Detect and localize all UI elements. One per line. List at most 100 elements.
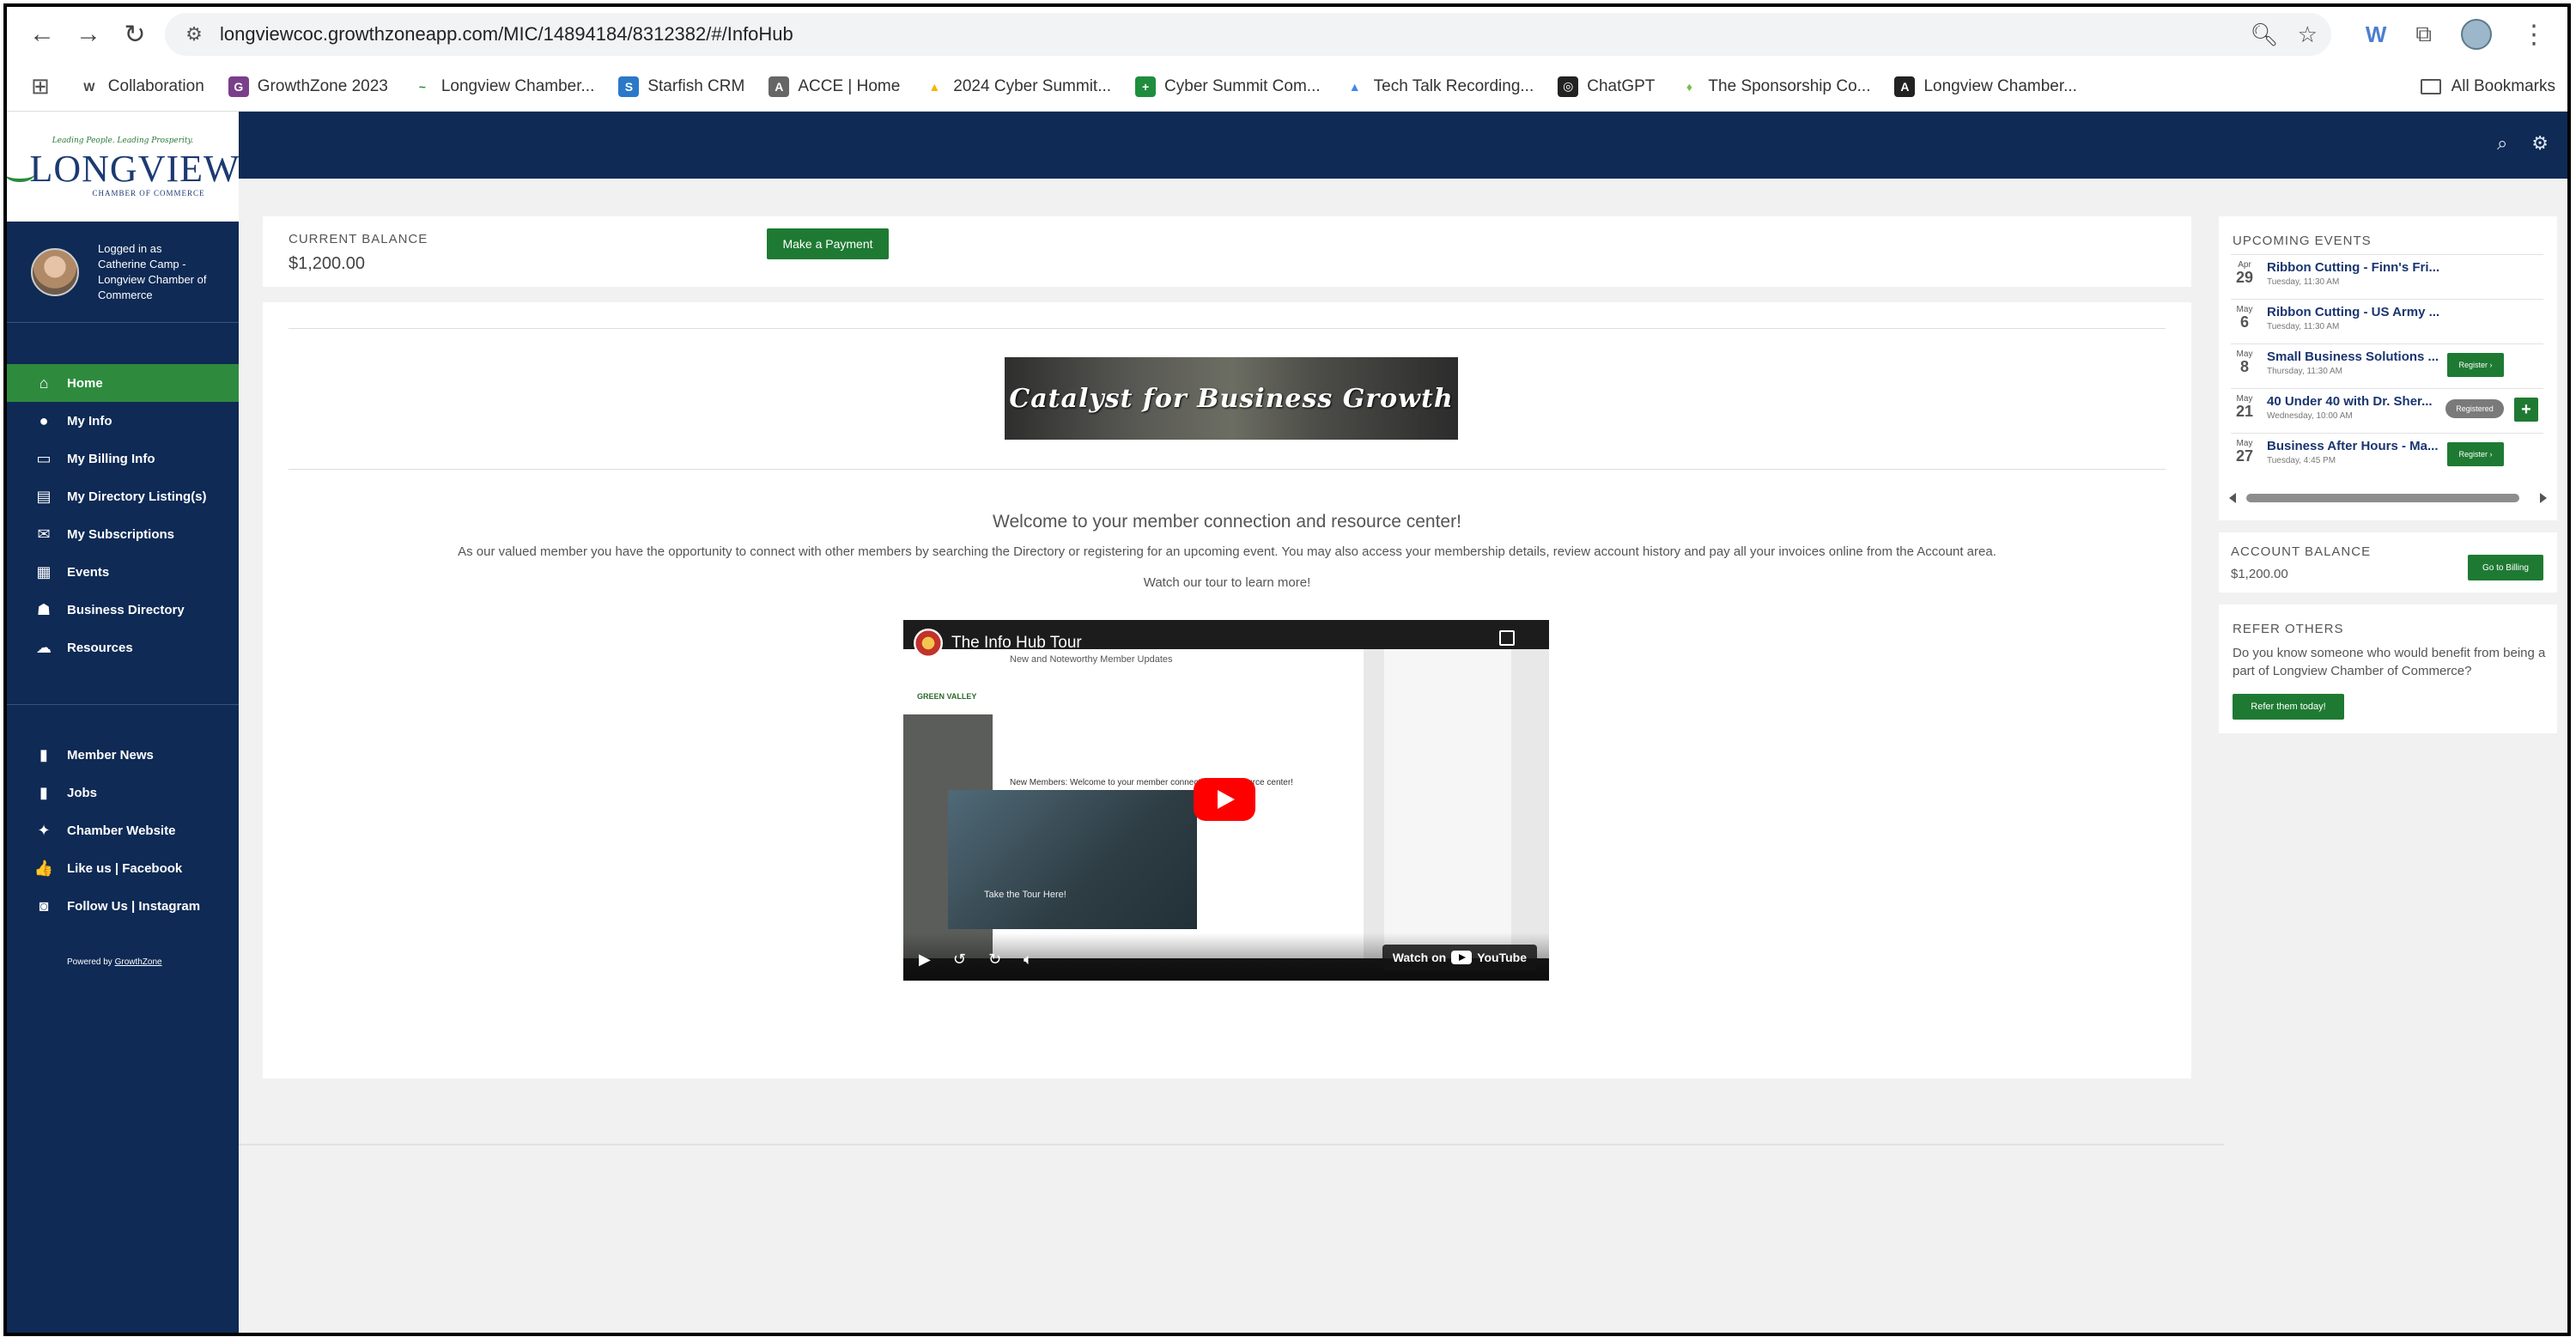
bookmark-item[interactable]: A ACCE | Home: [769, 76, 900, 97]
nav-item-chamber-website[interactable]: ✦ Chamber Website: [7, 811, 239, 849]
bookmark-item[interactable]: S Starfish CRM: [618, 76, 744, 97]
nav-item-home[interactable]: ⌂ Home: [7, 364, 249, 402]
nav-item-events[interactable]: ▦ Events: [7, 553, 239, 591]
info-hub-card: Catalyst for Business Growth Welcome to …: [263, 302, 2191, 1079]
play-button-icon[interactable]: [1194, 778, 1255, 821]
nav-item-member-news[interactable]: ▮ Member News: [7, 736, 239, 774]
event-name-link[interactable]: Ribbon Cutting - US Army ...: [2267, 305, 2439, 319]
zoom-icon[interactable]: 🔍︎: [2251, 21, 2279, 48]
extension-w-icon[interactable]: W: [2366, 21, 2387, 48]
profile-avatar[interactable]: [2461, 19, 2492, 50]
bookmark-item[interactable]: G GrowthZone 2023: [228, 76, 388, 97]
event-row[interactable]: May 21 40 Under 40 with Dr. Sher... Wednesd…: [2231, 388, 2543, 431]
nav-label: Business Directory: [67, 602, 185, 617]
video-inner-right: [1384, 649, 1511, 958]
scroll-left-icon[interactable]: [2229, 493, 2236, 503]
forward-icon[interactable]: →: [65, 11, 112, 58]
bookmark-item[interactable]: W Collaboration: [78, 76, 204, 97]
event-row[interactable]: May 8 Small Business Solutions ... Thursday…: [2231, 343, 2543, 386]
bookmark-favicon-icon: ♦: [1679, 76, 1700, 97]
bookmark-favicon-icon: W: [78, 76, 100, 97]
event-row[interactable]: Apr 29 Ribbon Cutting - Finn's Fri... Tuesd…: [2231, 254, 2543, 297]
apps-grid-icon[interactable]: ⊞: [31, 73, 50, 100]
reload-icon[interactable]: ↻: [112, 11, 158, 58]
resources-icon: ☁: [36, 638, 52, 656]
nav-label: My Info: [67, 413, 112, 428]
bookmark-favicon-icon: G: [228, 76, 249, 97]
event-name-link[interactable]: 40 Under 40 with Dr. Sher...: [2267, 394, 2433, 409]
bookmark-favicon-icon: ~: [411, 76, 433, 97]
menu-kebab-icon[interactable]: ⋮: [2521, 20, 2547, 50]
event-name-link[interactable]: Ribbon Cutting - Finn's Fri...: [2267, 260, 2439, 275]
add-calendar-button[interactable]: +: [2514, 398, 2538, 422]
volume-icon[interactable]: 🔈︎: [1024, 951, 1033, 969]
watch-on-label: Watch on: [1392, 951, 1447, 964]
bookmark-item[interactable]: + Cyber Summit Com...: [1135, 76, 1321, 97]
growthzone-link[interactable]: GrowthZone: [115, 957, 162, 967]
gear-icon[interactable]: ⚙: [2531, 132, 2549, 155]
tour-video[interactable]: GREEN VALLEY New and Noteworthy Member U…: [903, 620, 1549, 981]
event-time: Wednesday, 10:00 AM: [2267, 411, 2353, 421]
bookmark-item[interactable]: ♦ The Sponsorship Co...: [1679, 76, 1870, 97]
my-billing-info-icon: ▭: [36, 449, 52, 467]
nav-item-jobs[interactable]: ▮ Jobs: [7, 774, 239, 811]
scroll-thumb[interactable]: [2246, 494, 2519, 502]
bookmark-label: The Sponsorship Co...: [1708, 76, 1871, 95]
nav-item-my-info[interactable]: ● My Info: [7, 402, 239, 440]
video-inner-hero: [948, 790, 1197, 929]
bookmark-favicon-icon: A: [769, 76, 790, 97]
nav-item-like-us-facebook[interactable]: 👍 Like us | Facebook: [7, 849, 239, 887]
bookmark-item[interactable]: ◎ ChatGPT: [1558, 76, 1655, 97]
bookmark-item[interactable]: A Longview Chamber...: [1894, 76, 2077, 97]
go-to-billing-button[interactable]: Go to Billing: [2468, 555, 2543, 580]
bookmark-label: Collaboration: [107, 76, 204, 95]
nav-item-my-subscriptions[interactable]: ✉ My Subscriptions: [7, 515, 239, 553]
event-name-link[interactable]: Business After Hours - Ma...: [2267, 439, 2438, 453]
event-date: Apr 29: [2233, 260, 2257, 285]
event-row[interactable]: May 6 Ribbon Cutting - US Army ... Tuesday,…: [2231, 299, 2543, 342]
event-row[interactable]: May 27 Business After Hours - Ma... Tuesday…: [2231, 433, 2543, 476]
event-name-link[interactable]: Small Business Solutions ...: [2267, 349, 2439, 364]
nav-item-resources[interactable]: ☁ Resources: [7, 629, 239, 666]
like-us-facebook-icon: 👍: [33, 859, 54, 877]
register-button[interactable]: Register ›: [2447, 442, 2504, 466]
top-bar: ⌕ ⚙: [239, 112, 2567, 179]
search-icon[interactable]: ⌕: [2497, 132, 2507, 155]
extensions-icon[interactable]: ⧉: [2415, 21, 2432, 48]
chamber-logo[interactable]: Leading People. Leading Prosperity. LONG…: [7, 112, 240, 222]
current-balance-value: $1,200.00: [289, 254, 365, 273]
events-scrollbar[interactable]: [2229, 491, 2547, 505]
account-balance-value: $1,200.00: [2231, 567, 2288, 581]
address-bar[interactable]: ⚙ longviewcoc.growthzoneapp.com/MIC/1489…: [165, 13, 2331, 56]
rewind-icon[interactable]: ↺: [953, 951, 966, 969]
url-text[interactable]: longviewcoc.growthzoneapp.com/MIC/148941…: [220, 23, 793, 46]
current-balance-card: CURRENT BALANCE $1,200.00 Make a Payment: [263, 216, 2191, 287]
scroll-right-icon[interactable]: [2540, 493, 2547, 503]
make-payment-button[interactable]: Make a Payment: [767, 228, 889, 259]
registered-badge: Registered: [2445, 399, 2504, 418]
nav-item-business-directory[interactable]: ☗ Business Directory: [7, 591, 239, 629]
watch-on-youtube[interactable]: Watch on YouTube: [1382, 945, 1537, 970]
all-bookmarks[interactable]: All Bookmarks: [2420, 62, 2555, 112]
refer-them-button[interactable]: Refer them today!: [2233, 694, 2344, 720]
event-time: Thursday, 11:30 AM: [2267, 367, 2343, 376]
bookmark-item[interactable]: ▲ 2024 Cyber Summit...: [924, 76, 1111, 97]
bookmark-item[interactable]: ~ Longview Chamber...: [411, 76, 594, 97]
screenshot-frame: ← → ↻ ⚙ longviewcoc.growthzoneapp.com/MI…: [3, 3, 2571, 1336]
nav-item-my-directory-listings[interactable]: ▤ My Directory Listing(s): [7, 477, 239, 515]
play-icon[interactable]: ▶: [919, 951, 931, 969]
forward-icon[interactable]: ↻: [988, 951, 1001, 969]
logo-tagline: Leading People. Leading Prosperity.: [52, 136, 194, 145]
home-icon: ⌂: [39, 374, 49, 392]
copy-link-icon[interactable]: [1499, 630, 1515, 646]
bookmark-label: Cyber Summit Com...: [1164, 76, 1321, 95]
bookmark-item[interactable]: ▲ Tech Talk Recording...: [1344, 76, 1534, 97]
catalyst-banner: Catalyst for Business Growth: [1005, 357, 1458, 440]
register-button[interactable]: Register ›: [2447, 353, 2504, 377]
site-info-icon[interactable]: ⚙: [179, 19, 210, 50]
nav-item-follow-us-instagram[interactable]: ◙ Follow Us | Instagram: [7, 887, 239, 925]
nav-item-my-billing-info[interactable]: ▭ My Billing Info: [7, 440, 239, 477]
video-title[interactable]: The Info Hub Tour: [951, 634, 1082, 653]
back-icon[interactable]: ←: [19, 11, 65, 58]
bookmark-star-icon[interactable]: ☆: [2298, 21, 2318, 48]
